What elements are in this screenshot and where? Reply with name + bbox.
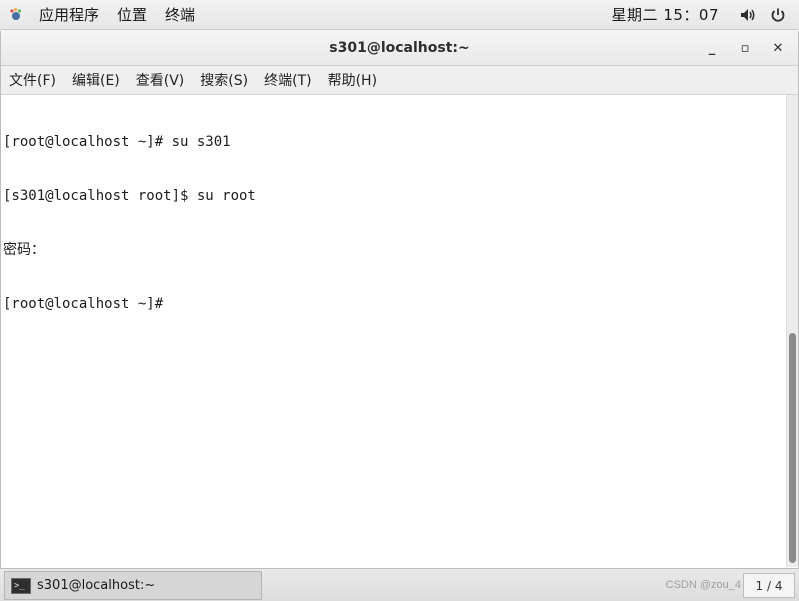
window-titlebar[interactable]: s301@localhost:~ _ ▫ ✕ (1, 31, 798, 66)
top-panel-right: 星期二 15：07 (612, 0, 799, 29)
menu-search[interactable]: 搜索(S) (192, 66, 256, 94)
maximize-button[interactable]: ▫ (733, 37, 757, 61)
top-panel-left: 应用程序 位置 终端 (0, 0, 204, 29)
watermark: CSDN @zou_4 (665, 579, 741, 591)
top-panel: 应用程序 位置 终端 星期二 15：07 (0, 0, 799, 30)
terminal-line: [s301@localhost root]$ su root (3, 188, 256, 204)
vertical-scrollbar[interactable] (786, 95, 798, 567)
terminal-prompt-line: [root@localhost ~]# (3, 296, 164, 312)
menu-terminal[interactable]: 终端(T) (256, 66, 319, 94)
menu-view[interactable]: 查看(V) (128, 66, 193, 94)
bottom-taskbar: >_ s301@localhost:~ CSDN @zou_4 1 / 4 (0, 568, 799, 601)
power-icon[interactable] (769, 6, 787, 24)
terminal-icon: >_ (11, 577, 31, 594)
menu-bar: 文件(F) 编辑(E) 查看(V) 搜索(S) 终端(T) 帮助(H) (1, 66, 798, 95)
applications-menu[interactable]: 应用程序 (30, 0, 108, 29)
terminal-output: [root@localhost ~]# su s301 [s301@localh… (3, 97, 784, 349)
window-controls: _ ▫ ✕ (691, 31, 790, 66)
menu-help[interactable]: 帮助(H) (320, 66, 385, 94)
taskbar-window-button[interactable]: >_ s301@localhost:~ (4, 571, 262, 600)
scrollbar-thumb[interactable] (789, 333, 796, 563)
terminal-window: s301@localhost:~ _ ▫ ✕ 文件(F) 编辑(E) 查看(V)… (0, 31, 799, 568)
terminal-content[interactable]: [root@localhost ~]# su s301 [s301@localh… (1, 95, 798, 567)
places-menu[interactable]: 位置 (108, 0, 156, 29)
menu-edit[interactable]: 编辑(E) (64, 66, 128, 94)
close-button[interactable]: ✕ (766, 37, 790, 61)
terminal-app-menu[interactable]: 终端 (156, 0, 204, 29)
taskbar-window-label: s301@localhost:~ (37, 578, 156, 593)
terminal-line: 密码： (3, 242, 45, 258)
gnome-foot-icon[interactable] (8, 7, 24, 23)
menu-file[interactable]: 文件(F) (1, 66, 64, 94)
volume-icon[interactable] (739, 6, 757, 24)
desktop: 应用程序 位置 终端 星期二 15：07 s301@localhost:~ _ … (0, 0, 799, 601)
minimize-button[interactable]: _ (700, 37, 724, 61)
window-title: s301@localhost:~ (329, 40, 470, 56)
terminal-line: [root@localhost ~]# su s301 (3, 134, 231, 150)
workspace-pager[interactable]: 1 / 4 (743, 573, 795, 598)
clock[interactable]: 星期二 15：07 (612, 4, 719, 25)
